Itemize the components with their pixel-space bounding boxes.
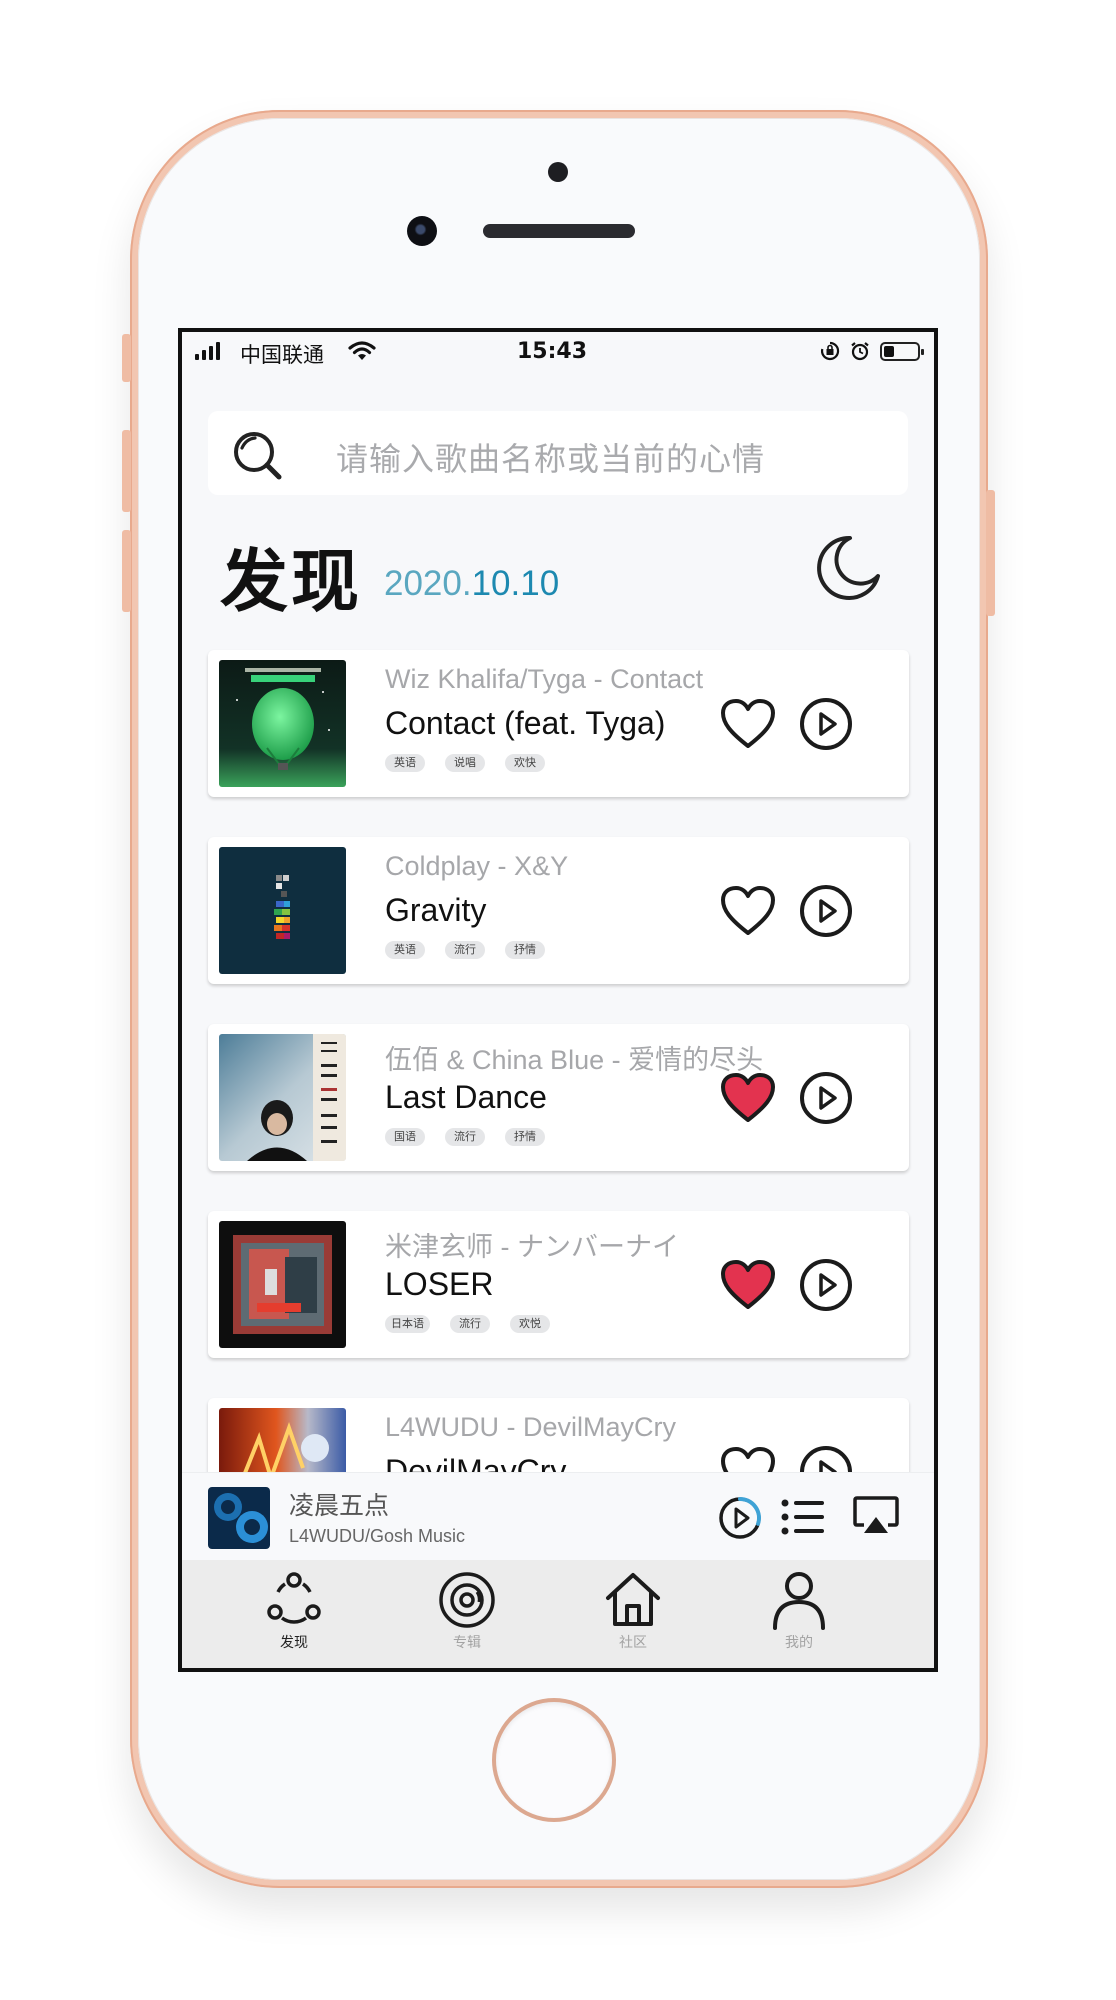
status-bar: 中国联通 15:43: [182, 332, 934, 372]
search-icon: [234, 432, 282, 480]
playlist-queue-icon[interactable]: [780, 1497, 826, 1537]
song-artist-album: Coldplay - X&Y: [385, 851, 569, 881]
tab-discover[interactable]: 发现: [244, 1570, 344, 1652]
mini-play-progress-icon[interactable]: [717, 1495, 763, 1541]
now-playing-cover-image: [208, 1487, 270, 1549]
heart-filled-icon[interactable]: [720, 1072, 776, 1124]
status-time: 15:43: [517, 339, 588, 364]
album-cover-image: [219, 847, 346, 974]
song-artist-album: 伍佰 & China Blue - 爱情的尽头: [385, 1045, 764, 1075]
song-tag: 欢快: [505, 754, 545, 772]
status-icons: [820, 341, 924, 361]
song-card[interactable]: L4WUDU - DevilMayCry DevilMayCry: [208, 1398, 909, 1472]
play-circle-icon[interactable]: [798, 883, 854, 939]
song-tag: 说唱: [445, 754, 485, 772]
rotation-lock-icon: [820, 341, 840, 361]
play-circle-icon[interactable]: [798, 1257, 854, 1313]
album-disc-icon: [439, 1572, 495, 1628]
song-title: DevilMayCry: [385, 1453, 567, 1472]
album-cover-image: [219, 660, 346, 787]
tab-label: 我的: [785, 1635, 813, 1651]
airplay-icon[interactable]: [852, 1495, 900, 1539]
volume-down-button: [122, 530, 131, 612]
song-tag: 欢悦: [510, 1315, 550, 1333]
alarm-icon: [851, 342, 869, 361]
mute-switch: [122, 334, 131, 382]
tab-mine[interactable]: 我的: [749, 1570, 849, 1652]
album-cover-image: [219, 1034, 346, 1161]
song-list: Wiz Khalifa/Tyga - Contact Contact (feat…: [182, 642, 934, 1472]
song-card[interactable]: Coldplay - X&Y Gravity 英语 流行 抒情: [208, 837, 909, 984]
heart-filled-icon[interactable]: [720, 1259, 776, 1311]
heart-outline-icon[interactable]: [720, 885, 776, 937]
song-tag: 流行: [450, 1315, 490, 1333]
app-screen: 中国联通 15:43 请输入歌曲名称或当前的心情 发现 2020.10.10 W…: [178, 328, 938, 1672]
volume-up-button: [122, 430, 131, 512]
song-tag: 流行: [445, 941, 485, 959]
date-month-day: 10.10: [471, 564, 560, 603]
dark-mode-moon-icon[interactable]: [812, 532, 884, 604]
tab-album[interactable]: 专辑: [417, 1570, 517, 1652]
battery-icon: [880, 341, 924, 361]
discover-icon: [267, 1572, 321, 1624]
song-artist-album: 米津玄师 - ナンバーナイ: [385, 1232, 679, 1262]
song-title: Last Dance: [385, 1079, 547, 1115]
song-artist-album: Wiz Khalifa/Tyga - Contact: [385, 664, 704, 694]
album-cover-image: [219, 1408, 346, 1472]
date-label: 2020.10.10: [384, 564, 559, 604]
now-playing-bar[interactable]: 凌晨五点 L4WUDU/Gosh Music: [182, 1472, 934, 1561]
album-cover-image: [219, 1221, 346, 1348]
song-tag: 英语: [385, 941, 425, 959]
page-title: 发现: [220, 543, 363, 622]
power-button: [986, 490, 995, 616]
song-tag: 抒情: [505, 941, 545, 959]
front-camera: [407, 216, 437, 246]
carrier-name: 中国联通: [240, 343, 324, 367]
home-icon: [606, 1573, 660, 1626]
tab-label: 专辑: [453, 1635, 481, 1651]
song-tags: 英语 说唱 欢快: [385, 754, 545, 772]
song-artist-album: L4WUDU - DevilMayCry: [385, 1412, 677, 1442]
wifi-icon: [348, 341, 376, 360]
song-card[interactable]: 伍佰 & China Blue - 爱情的尽头 Last Dance 国语 流行…: [208, 1024, 909, 1171]
signal-strength-icon: [195, 342, 220, 360]
song-title: Gravity: [385, 892, 487, 928]
song-card[interactable]: Wiz Khalifa/Tyga - Contact Contact (feat…: [208, 650, 909, 797]
song-tag: 英语: [385, 754, 425, 772]
play-circle-icon[interactable]: [798, 1444, 854, 1472]
heart-outline-icon[interactable]: [720, 698, 776, 750]
earpiece-speaker: [483, 224, 635, 238]
song-tags: 日本语 流行 欢悦: [385, 1315, 550, 1333]
tab-label: 社区: [619, 1635, 647, 1651]
tab-label: 发现: [280, 1635, 308, 1651]
now-playing-artist: L4WUDU/Gosh Music: [289, 1526, 466, 1546]
song-tag: 日本语: [385, 1315, 430, 1333]
song-title: LOSER: [385, 1266, 494, 1302]
play-circle-icon[interactable]: [798, 1070, 854, 1126]
bottom-tab-bar: 发现 专辑 社区 我的: [182, 1560, 934, 1668]
song-tags: 英语 流行 抒情: [385, 941, 545, 959]
song-card[interactable]: 米津玄师 - ナンバーナイ LOSER 日本语 流行 欢悦: [208, 1211, 909, 1358]
song-tag: 国语: [385, 1128, 425, 1146]
tab-community[interactable]: 社区: [583, 1570, 683, 1652]
heart-outline-icon[interactable]: [720, 1446, 776, 1472]
home-button[interactable]: [492, 1698, 616, 1822]
song-title: Contact (feat. Tyga): [385, 705, 666, 741]
song-tag: 流行: [445, 1128, 485, 1146]
search-bar[interactable]: 请输入歌曲名称或当前的心情: [208, 411, 908, 495]
proximity-sensor: [548, 162, 568, 182]
song-tags: 国语 流行 抒情: [385, 1128, 545, 1146]
person-icon: [773, 1572, 825, 1630]
date-year: 2020.: [384, 564, 472, 603]
play-circle-icon[interactable]: [798, 696, 854, 752]
song-tag: 抒情: [505, 1128, 545, 1146]
search-input[interactable]: 请输入歌曲名称或当前的心情: [336, 434, 765, 480]
now-playing-title: 凌晨五点: [289, 1491, 390, 1520]
